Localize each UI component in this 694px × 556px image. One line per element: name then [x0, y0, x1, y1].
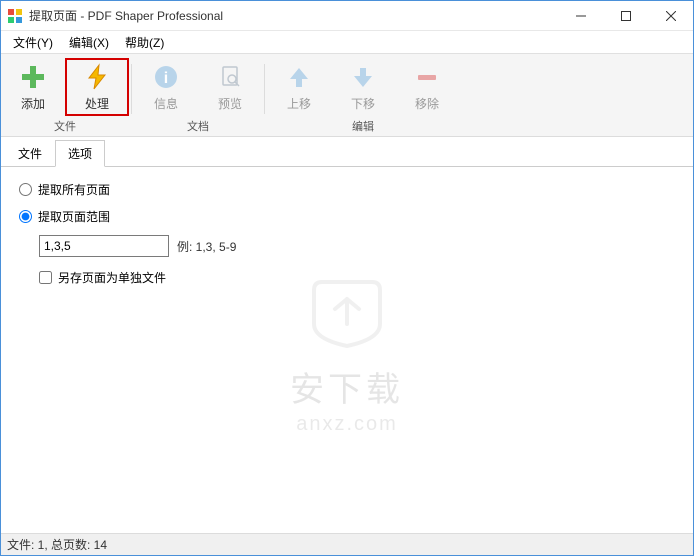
- movedown-label: 下移: [351, 95, 375, 112]
- range-example-label: 例: 1,3, 5-9: [177, 238, 236, 255]
- tabs: 文件 选项: [1, 139, 693, 167]
- info-icon: i: [152, 63, 180, 91]
- tab-options[interactable]: 选项: [55, 140, 105, 167]
- minimize-button[interactable]: [558, 1, 603, 30]
- watermark-text2: anxz.com: [290, 413, 404, 436]
- range-input-row: 例: 1,3, 5-9: [39, 235, 675, 257]
- options-panel: 提取所有页面 提取页面范围 例: 1,3, 5-9 另存页面为单独文件 安下载 …: [1, 167, 693, 533]
- radio-extract-range-row: 提取页面范围: [19, 208, 675, 225]
- remove-button[interactable]: 移除: [395, 58, 459, 116]
- group-doc-label: 文档: [187, 118, 209, 134]
- app-icon: [7, 8, 23, 24]
- svg-text:i: i: [164, 70, 168, 87]
- remove-label: 移除: [415, 95, 439, 112]
- watermark-text1: 安下载: [290, 362, 404, 411]
- toolbar-group-file: 添加 处理 文件: [1, 58, 129, 136]
- watermark: 安下载 anxz.com: [290, 264, 404, 436]
- add-button[interactable]: 添加: [1, 58, 65, 116]
- menubar: 文件(Y) 编辑(X) 帮助(Z): [1, 31, 693, 53]
- page-range-input[interactable]: [39, 235, 169, 257]
- toolbar-separator: [131, 64, 132, 114]
- toolbar-group-edit: 上移 下移 移除 编辑: [267, 58, 459, 136]
- tab-files[interactable]: 文件: [5, 140, 55, 167]
- radio-extract-all-row: 提取所有页面: [19, 181, 675, 198]
- app-window: 提取页面 - PDF Shaper Professional 文件(Y) 编辑(…: [0, 0, 694, 556]
- radio-extract-range-label[interactable]: 提取页面范围: [38, 208, 110, 225]
- menu-help[interactable]: 帮助(Z): [117, 32, 172, 53]
- moveup-button[interactable]: 上移: [267, 58, 331, 116]
- preview-label: 预览: [218, 95, 242, 112]
- window-controls: [558, 1, 693, 30]
- save-separate-row: 另存页面为单独文件: [39, 269, 675, 286]
- plus-icon: [19, 63, 47, 91]
- add-label: 添加: [21, 95, 45, 112]
- maximize-button[interactable]: [603, 1, 648, 30]
- menu-file[interactable]: 文件(Y): [5, 32, 61, 53]
- radio-extract-range[interactable]: [19, 210, 32, 223]
- preview-icon: [216, 63, 244, 91]
- process-label: 处理: [85, 95, 109, 112]
- toolbar-separator: [264, 64, 265, 114]
- statusbar-text: 文件: 1, 总页数: 14: [7, 536, 107, 553]
- radio-extract-all[interactable]: [19, 183, 32, 196]
- process-button[interactable]: 处理: [65, 58, 129, 116]
- window-title: 提取页面 - PDF Shaper Professional: [29, 7, 558, 24]
- statusbar: 文件: 1, 总页数: 14: [1, 533, 693, 555]
- info-label: 信息: [154, 95, 178, 112]
- arrow-up-icon: [285, 63, 313, 91]
- close-button[interactable]: [648, 1, 693, 30]
- save-separate-checkbox[interactable]: [39, 271, 52, 284]
- menu-edit[interactable]: 编辑(X): [61, 32, 117, 53]
- group-file-label: 文件: [54, 118, 76, 134]
- toolbar: 添加 处理 文件 i 信息: [1, 53, 693, 137]
- preview-button[interactable]: 预览: [198, 58, 262, 116]
- arrow-down-icon: [349, 63, 377, 91]
- minus-icon: [413, 63, 441, 91]
- toolbar-group-doc: i 信息 预览 文档: [134, 58, 262, 136]
- moveup-label: 上移: [287, 95, 311, 112]
- radio-extract-all-label[interactable]: 提取所有页面: [38, 181, 110, 198]
- save-separate-label[interactable]: 另存页面为单独文件: [58, 269, 166, 286]
- titlebar: 提取页面 - PDF Shaper Professional: [1, 1, 693, 31]
- group-edit-label: 编辑: [352, 118, 374, 134]
- lightning-icon: [83, 63, 111, 91]
- movedown-button[interactable]: 下移: [331, 58, 395, 116]
- info-button[interactable]: i 信息: [134, 58, 198, 116]
